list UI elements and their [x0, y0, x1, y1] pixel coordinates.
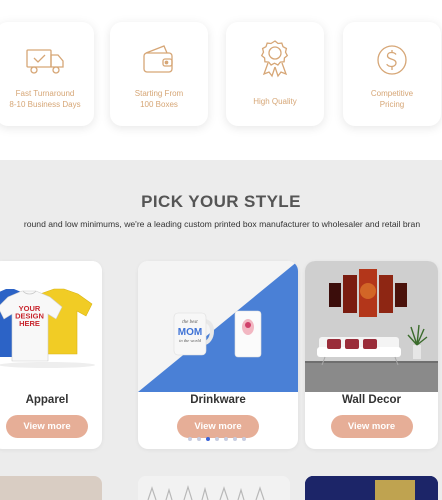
feature-text: Fast Turnaround 8-10 Business Days — [0, 88, 90, 110]
feature-line1: High Quality — [253, 97, 297, 106]
feature-text: High Quality — [230, 96, 320, 107]
feature-line2: 100 Boxes — [140, 100, 178, 109]
apparel-shirt-text: YOUR DESIGN HERE — [15, 304, 44, 328]
feature-line1: Starting From — [134, 89, 184, 98]
view-more-drinkware-button[interactable]: View more — [177, 415, 259, 438]
product-name: Drinkware — [190, 394, 246, 406]
svg-text:the best: the best — [182, 320, 198, 325]
feature-line1: Competitive — [370, 89, 414, 98]
product-card-wall-decor[interactable]: Wall Decor View more — [305, 261, 438, 449]
feature-fast-turnaround: Fast Turnaround 8-10 Business Days — [0, 22, 94, 126]
dollar-coin-icon — [377, 45, 407, 75]
page: Fast Turnaround 8-10 Business Days Start… — [0, 0, 442, 500]
carousel-dots — [188, 437, 246, 441]
carousel-dot[interactable] — [188, 437, 192, 441]
wall-decor-image — [305, 261, 438, 392]
feature-text: Competitive Pricing — [347, 88, 437, 110]
product-card-apparel[interactable]: YOUR DESIGN HERE Apparel View more — [0, 261, 102, 449]
feature-competitive-pricing: Competitive Pricing — [343, 22, 441, 126]
carousel-dot-active[interactable] — [206, 437, 210, 441]
product-card-next-1[interactable] — [0, 476, 102, 500]
feature-line2: Pricing — [379, 100, 405, 109]
mug-text: MOM — [178, 327, 202, 338]
svg-text:in the world: in the world — [179, 338, 202, 343]
truck-icon — [26, 49, 64, 74]
features-strip: Fast Turnaround 8-10 Business Days Start… — [0, 0, 442, 160]
apparel-image: YOUR DESIGN HERE — [0, 261, 102, 392]
product-card-next-2[interactable] — [138, 476, 290, 500]
product-name: Wall Decor — [341, 394, 401, 406]
carousel-dot[interactable] — [197, 437, 201, 441]
carousel-dot[interactable] — [242, 437, 246, 441]
next-card-image — [305, 476, 438, 500]
product-card-next-3[interactable] — [305, 476, 438, 500]
product-card-drinkware[interactable]: the best MOM in the world Drinkware View… — [138, 261, 298, 449]
wallet-icon — [143, 45, 173, 73]
section-subtitle: round and low minimums, we're a leading … — [23, 219, 421, 229]
feature-starting-from: Starting From 100 Boxes — [110, 22, 208, 126]
award-ribbon-icon — [260, 40, 289, 78]
carousel-dot[interactable] — [215, 437, 219, 441]
next-card-image — [138, 476, 290, 500]
view-more-apparel-button[interactable]: View more — [6, 415, 88, 438]
carousel-dot[interactable] — [224, 437, 228, 441]
product-name: Apparel — [25, 394, 69, 406]
feature-text: Starting From 100 Boxes — [114, 88, 204, 110]
view-more-wall-decor-button[interactable]: View more — [330, 415, 413, 438]
feature-line1: Fast Turnaround — [15, 89, 75, 98]
feature-high-quality: High Quality — [226, 22, 324, 126]
carousel-dot[interactable] — [233, 437, 237, 441]
section-title: PICK YOUR STYLE — [141, 192, 301, 211]
drinkware-image: the best MOM in the world — [138, 261, 298, 392]
feature-line2: 8-10 Business Days — [9, 100, 81, 109]
